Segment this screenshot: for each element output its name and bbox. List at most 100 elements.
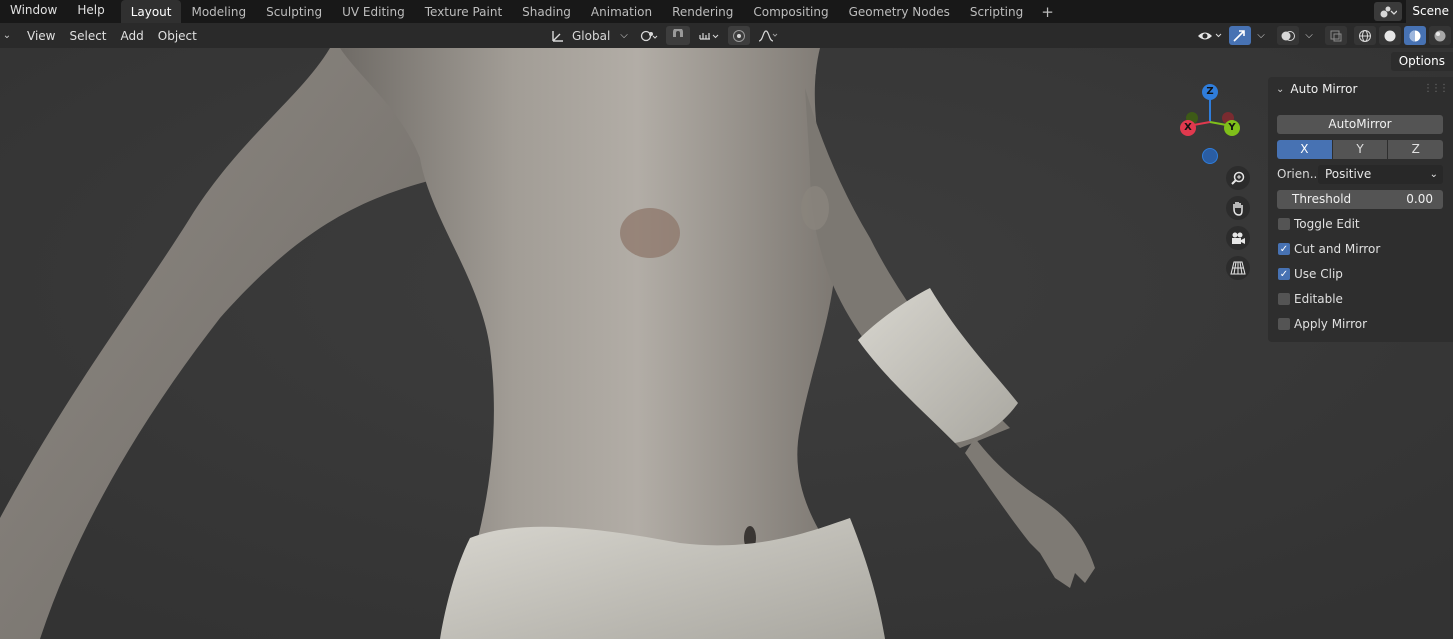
zoom-icon[interactable]: [1226, 166, 1250, 190]
scene-browse-button[interactable]: [1374, 2, 1403, 21]
menu-view[interactable]: View: [20, 24, 62, 48]
falloff-dropdown[interactable]: [754, 26, 782, 45]
checkbox-box[interactable]: [1278, 318, 1290, 330]
axis-y-button[interactable]: Y: [1332, 140, 1388, 159]
transform-tools: Global ⌵: [546, 23, 782, 48]
tab-shading[interactable]: Shading: [512, 0, 581, 23]
menu-window[interactable]: Window: [0, 0, 67, 23]
wireframe-shading-button[interactable]: [1354, 26, 1376, 45]
menu-help[interactable]: Help: [67, 0, 114, 23]
tab-uv-editing[interactable]: UV Editing: [332, 0, 415, 23]
check-icon[interactable]: ✓: [1278, 268, 1290, 280]
gizmo-neg-z-axis[interactable]: [1202, 148, 1218, 164]
xray-toggle[interactable]: [1325, 26, 1347, 45]
visibility-dropdown[interactable]: [1194, 26, 1226, 45]
checkbox-label: Editable: [1294, 292, 1343, 306]
threshold-value: 0.00: [1406, 192, 1433, 206]
rendered-sphere-icon: [1434, 30, 1446, 41]
tab-rendering[interactable]: Rendering: [662, 0, 743, 23]
chevron-down-icon: ⌄: [1276, 83, 1285, 95]
tab-animation[interactable]: Animation: [581, 0, 662, 23]
xray-icon: [1330, 30, 1342, 41]
cut-and-mirror-checkbox[interactable]: ✓ Cut and Mirror: [1278, 240, 1380, 258]
tab-geometry-nodes[interactable]: Geometry Nodes: [839, 0, 960, 23]
rendered-shading-button[interactable]: [1429, 26, 1451, 45]
orientation-dropdown[interactable]: Positive ⌄: [1318, 165, 1443, 184]
solid-sphere-icon: [1384, 30, 1396, 41]
use-clip-checkbox[interactable]: ✓ Use Clip: [1278, 265, 1343, 283]
tab-scripting[interactable]: Scripting: [960, 0, 1033, 23]
menu-select[interactable]: Select: [62, 24, 113, 48]
checkbox-label: Use Clip: [1294, 267, 1343, 281]
material-sphere-icon: [1409, 30, 1421, 41]
checkbox-label: Toggle Edit: [1294, 217, 1360, 231]
gizmo-dropdown[interactable]: ⌵: [1254, 26, 1268, 45]
tab-layout[interactable]: Layout: [120, 0, 182, 23]
proportional-icon: [732, 29, 745, 42]
perspective-grid-icon[interactable]: [1226, 256, 1250, 280]
drag-handle-icon[interactable]: ⋮⋮⋮: [1423, 83, 1449, 94]
automirror-button[interactable]: AutoMirror: [1277, 115, 1443, 134]
pivot-icon: [640, 30, 658, 41]
solid-shading-button[interactable]: [1379, 26, 1401, 45]
scene-name[interactable]: Scene: [1406, 0, 1453, 23]
menu-add[interactable]: Add: [114, 24, 151, 48]
check-icon[interactable]: ✓: [1278, 243, 1290, 255]
overlays-dropdown[interactable]: ⌵: [1302, 26, 1316, 45]
camera-icon[interactable]: [1226, 226, 1250, 250]
viewport-shading-tools: ⌵ ⌵: [1194, 23, 1453, 48]
threshold-label: Threshold: [1292, 192, 1352, 206]
editable-checkbox[interactable]: Editable: [1278, 290, 1343, 308]
proportional-editing-toggle[interactable]: [727, 26, 750, 45]
orientation-value: Positive: [1325, 167, 1372, 181]
chevron-down-icon: ⌵: [620, 30, 628, 41]
eye-icon: [1198, 32, 1222, 39]
axis-z-button[interactable]: Z: [1388, 140, 1444, 159]
top-bar: Window Help Layout Modeling Sculpting UV…: [0, 0, 1453, 23]
axis-x-button[interactable]: X: [1277, 140, 1332, 159]
checkbox-label: Cut and Mirror: [1294, 242, 1381, 256]
wireframe-sphere-icon: [1359, 29, 1371, 42]
tab-compositing[interactable]: Compositing: [743, 0, 838, 23]
tab-texture-paint[interactable]: Texture Paint: [415, 0, 512, 23]
pivot-point-dropdown[interactable]: [636, 26, 662, 45]
overlays-icon: [1281, 30, 1295, 41]
add-workspace-button[interactable]: +: [1033, 1, 1062, 23]
panel-title: Auto Mirror: [1290, 82, 1358, 96]
gizmo-y-axis[interactable]: Y: [1224, 120, 1240, 136]
checkbox-label: Apply Mirror: [1294, 317, 1368, 331]
scene-selector: Scene: [1374, 0, 1453, 23]
orientation-value: Global: [572, 28, 611, 43]
chevron-down-icon: ⌄: [1429, 169, 1438, 180]
overlays-toggle[interactable]: [1277, 26, 1299, 45]
tab-modeling[interactable]: Modeling: [181, 0, 256, 23]
viewport-header: ⌄ View Select Add Object Global ⌵ ⌵ ⌵: [0, 23, 1453, 48]
transform-orientation-dropdown[interactable]: Global ⌵: [546, 26, 632, 45]
auto-mirror-panel: ⌄ Auto Mirror ⋮⋮⋮ AutoMirror X Y Z Orien…: [1268, 77, 1453, 342]
gizmo-toggle[interactable]: [1229, 26, 1251, 45]
menu-object[interactable]: Object: [151, 24, 204, 48]
gizmo-x-axis[interactable]: X: [1180, 120, 1196, 136]
checkbox-box[interactable]: [1278, 293, 1290, 305]
magnet-icon: [672, 28, 683, 37]
orientation-label: Orien...: [1277, 167, 1322, 181]
3d-viewport[interactable]: Options Z X Y: [0, 48, 1453, 639]
material-preview-button[interactable]: [1404, 26, 1426, 45]
orientation-icon: [552, 30, 563, 42]
falloff-curve-icon: [758, 29, 778, 42]
snap-target-dropdown[interactable]: [694, 26, 724, 45]
navigation-gizmo[interactable]: Z X Y: [1176, 82, 1246, 164]
threshold-field[interactable]: Threshold 0.00: [1277, 190, 1443, 209]
gizmo-arrow-icon: [1233, 29, 1245, 42]
checkbox-box[interactable]: [1278, 218, 1290, 230]
chevron-down-icon[interactable]: ⌄: [0, 30, 14, 41]
pan-hand-icon[interactable]: [1226, 196, 1250, 220]
snap-increment-icon: [699, 32, 719, 40]
apply-mirror-checkbox[interactable]: Apply Mirror: [1278, 315, 1367, 333]
toggle-edit-checkbox[interactable]: Toggle Edit: [1278, 215, 1360, 233]
axis-selector: X Y Z: [1277, 140, 1444, 159]
tab-sculpting[interactable]: Sculpting: [256, 0, 332, 23]
options-dropdown[interactable]: Options: [1390, 52, 1453, 71]
gizmo-z-axis[interactable]: Z: [1202, 84, 1218, 100]
snap-toggle[interactable]: [665, 26, 690, 45]
